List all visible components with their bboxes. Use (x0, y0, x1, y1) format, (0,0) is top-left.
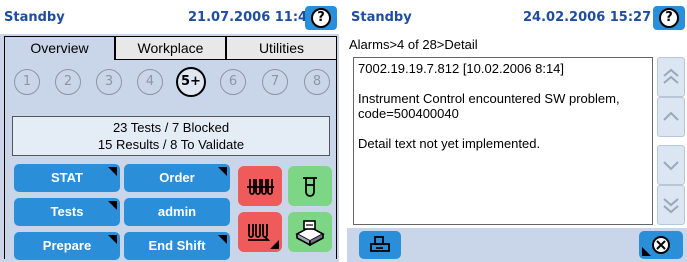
admin-button[interactable]: admin (124, 198, 230, 226)
position-circle-3[interactable]: 3 (96, 69, 122, 95)
status-bar: Standby 21.07.2006 11:40 ? (0, 0, 339, 34)
tube-rack-icon (247, 179, 274, 195)
double-chevron-up-icon (663, 68, 679, 84)
menu-corner-icon (270, 240, 279, 249)
tab-bar: Overview Workplace Utilities (4, 36, 337, 60)
scroll-up-button[interactable] (657, 97, 685, 137)
rack-position-selector: 1 2 3 4 5+ 6 7 8 (14, 67, 330, 97)
tests-button-label: Tests (50, 204, 84, 219)
alarm-detail-text: 7002.19.19.7.812 [10.02.2006 8:14] Instr… (353, 57, 653, 225)
datetime-label: 21.07.2006 11:40 (188, 10, 317, 25)
results-summary-line: 15 Results / 8 To Validate (97, 137, 245, 152)
status-label: Standby (4, 10, 65, 25)
help-button[interactable]: ? (653, 6, 685, 30)
prepare-button[interactable]: Prepare (14, 232, 120, 260)
tube-icon (303, 177, 317, 197)
test-summary-box: 23 Tests / 7 Blocked 15 Results / 8 To V… (12, 116, 330, 156)
stat-button-label: STAT (50, 170, 83, 185)
menu-corner-icon (108, 167, 117, 176)
position-circle-1[interactable]: 1 (14, 69, 40, 95)
end-shift-button[interactable]: End Shift (124, 232, 230, 260)
tube-button[interactable] (288, 166, 332, 206)
menu-corner-icon (218, 235, 227, 244)
chevron-down-icon (663, 161, 679, 171)
tab-workplace[interactable]: Workplace (115, 36, 226, 60)
scroll-bottom-button[interactable] (657, 185, 685, 225)
print-button[interactable] (359, 231, 401, 259)
alarm-note-line: Detail text not yet implemented. (358, 136, 541, 151)
prepare-button-label: Prepare (42, 238, 92, 253)
menu-corner-icon (108, 235, 117, 244)
chevron-up-icon (663, 111, 679, 121)
tab-utilities[interactable]: Utilities (226, 36, 337, 60)
status-bar: Standby 24.02.2006 15:27 ? (347, 0, 687, 34)
position-circle-8[interactable]: 8 (304, 69, 330, 95)
overview-screen: Standby 21.07.2006 11:40 ? Overview Work… (0, 0, 339, 262)
tests-button[interactable]: Tests (14, 198, 120, 226)
stat-button[interactable]: STAT (14, 164, 120, 192)
menu-corner-icon (108, 201, 117, 210)
scroll-down-button[interactable] (657, 145, 685, 185)
admin-button-label: admin (157, 204, 197, 219)
scroll-controls (657, 57, 685, 225)
tube-rack-button[interactable] (238, 166, 282, 206)
scroll-top-button[interactable] (657, 57, 685, 97)
help-icon: ? (659, 8, 679, 28)
tests-summary-line: 23 Tests / 7 Blocked (112, 120, 230, 135)
position-circle-5-active[interactable]: 5+ (176, 67, 206, 97)
rack-transfer-button[interactable] (238, 212, 282, 252)
reagent-pack-icon (295, 220, 325, 246)
alarm-code-line: 7002.19.19.7.812 [10.02.2006 8:14] (358, 61, 565, 76)
end-shift-button-label: End Shift (148, 238, 206, 253)
position-circle-6[interactable]: 6 (220, 69, 246, 95)
tab-overview[interactable]: Overview (4, 36, 115, 60)
double-chevron-down-icon (663, 198, 679, 214)
reagent-pack-button[interactable] (288, 212, 332, 252)
alarm-message-line: Instrument Control encountered SW proble… (358, 91, 620, 121)
help-button[interactable]: ? (305, 6, 337, 30)
alarm-detail-screen: Standby 24.02.2006 15:27 ? Alarms>4 of 2… (347, 0, 687, 262)
close-button[interactable] (639, 231, 683, 259)
menu-corner-icon (218, 167, 227, 176)
order-button-label: Order (159, 170, 195, 185)
order-button[interactable]: Order (124, 164, 230, 192)
print-icon (370, 236, 390, 252)
breadcrumb: Alarms>4 of 28>Detail (349, 37, 478, 52)
datetime-label: 24.02.2006 15:27 (523, 10, 652, 25)
position-circle-7[interactable]: 7 (262, 69, 288, 95)
status-label: Standby (351, 10, 412, 25)
menu-corner-icon (642, 247, 651, 256)
help-icon: ? (311, 8, 331, 28)
position-circle-2[interactable]: 2 (55, 69, 81, 95)
close-icon (652, 236, 670, 254)
position-circle-4[interactable]: 4 (137, 69, 163, 95)
